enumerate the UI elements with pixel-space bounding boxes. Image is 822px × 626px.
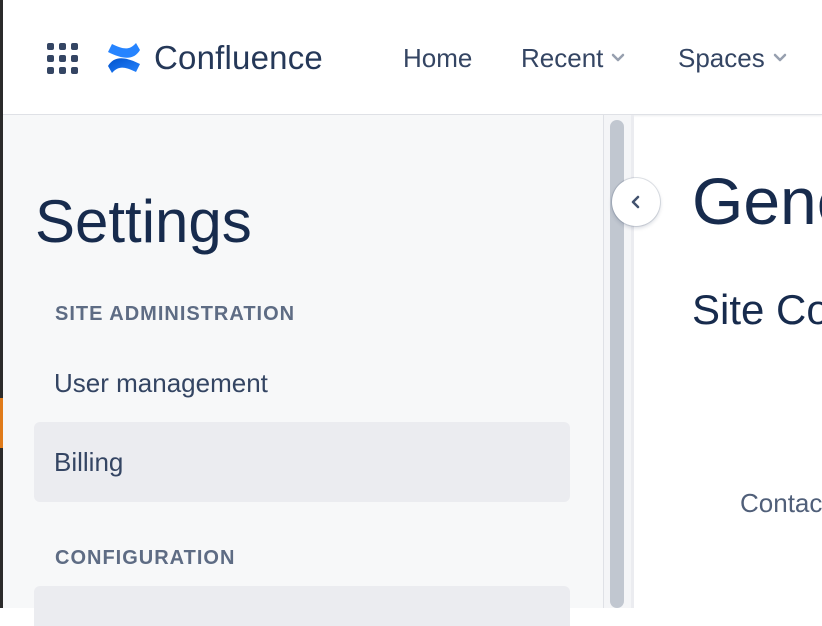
- top-navigation: Confluence Home Recent Spaces: [3, 0, 822, 115]
- chevron-down-icon: [773, 53, 786, 62]
- nav-home-label: Home: [403, 42, 473, 73]
- nav-home[interactable]: Home: [403, 40, 472, 76]
- sidebar-item-user-management[interactable]: User management: [34, 343, 570, 423]
- collapse-sidebar-button[interactable]: [612, 178, 660, 226]
- contact-text: Contac: [740, 488, 822, 518]
- page-title: Gene: [692, 164, 822, 238]
- nav-spaces-label: Spaces: [678, 42, 765, 73]
- chevron-down-icon: [612, 53, 625, 62]
- grid-dots-icon: [47, 43, 78, 74]
- sidebar-item-label: User management: [54, 367, 268, 398]
- nav-recent-label: Recent: [521, 42, 604, 73]
- sidebar-item-billing[interactable]: Billing: [34, 422, 570, 502]
- confluence-logo[interactable]: Confluence: [106, 38, 323, 78]
- chevron-left-icon: [631, 195, 640, 209]
- app-switcher-button[interactable]: [45, 41, 81, 77]
- section-heading-site-administration: SITE ADMINISTRATION: [55, 303, 296, 325]
- confluence-logo-icon: [108, 43, 140, 73]
- nav-spaces[interactable]: Spaces: [678, 40, 787, 76]
- sidebar-title: Settings: [35, 188, 252, 255]
- section-heading-configuration: CONFIGURATION: [55, 547, 236, 569]
- product-name: Confluence: [154, 39, 323, 76]
- nav-recent[interactable]: Recent: [521, 40, 625, 76]
- sidebar-item-label: Billing: [54, 446, 124, 477]
- section-title: Site Co: [692, 286, 822, 333]
- settings-sidebar: Settings SITE ADMINISTRATION User manage…: [3, 115, 603, 626]
- sidebar-item-next[interactable]: [34, 586, 570, 626]
